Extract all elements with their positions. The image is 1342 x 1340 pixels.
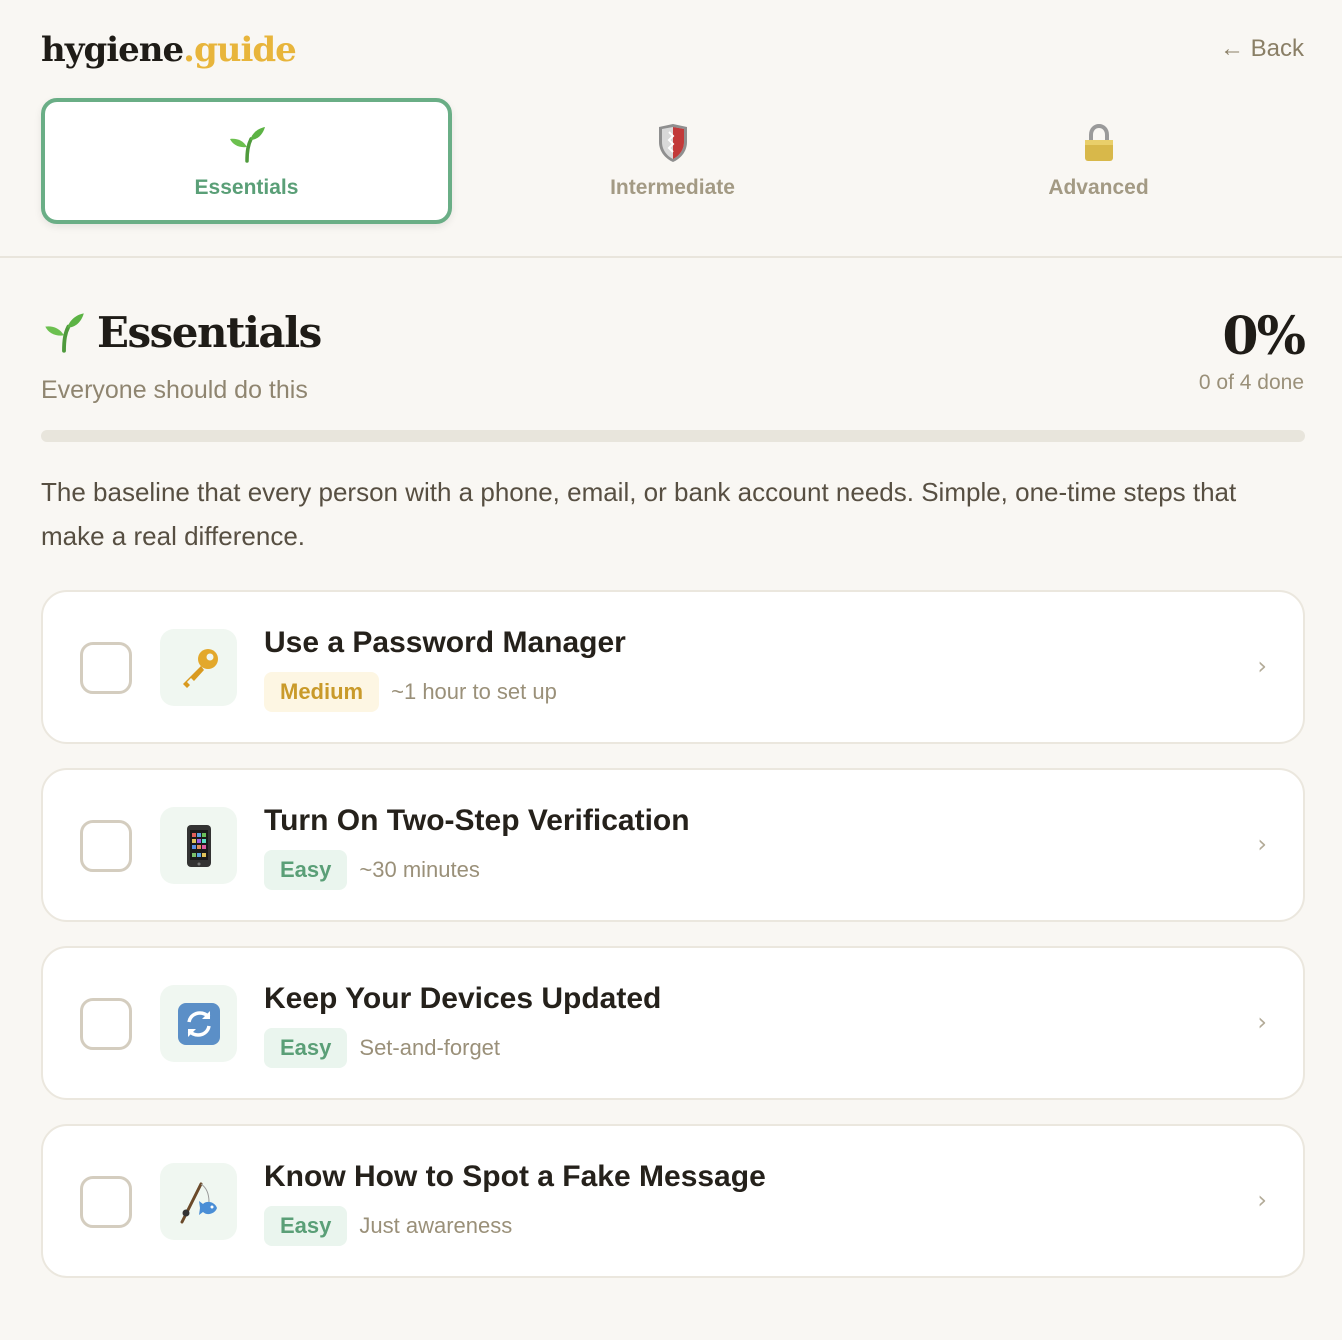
refresh-icon (160, 985, 237, 1062)
section-subtitle: Everyone should do this (41, 376, 308, 404)
tab-intermediate[interactable]: Intermediate (467, 98, 878, 224)
time-estimate: ~1 hour to set up (391, 679, 557, 704)
chevron-right-icon: › (1257, 1008, 1267, 1036)
task-card-updates[interactable]: Keep Your Devices Updated Easy Set-and-f… (41, 946, 1305, 1100)
task-meta: Easy Set-and-forget (264, 1028, 500, 1068)
progress-count: 0 of 4 done (1198, 371, 1304, 394)
difficulty-badge: Easy (264, 1028, 348, 1068)
page-title: Essentials (97, 308, 322, 357)
task-title: Turn On Two-Step Verification (264, 804, 690, 837)
difficulty-badge: Medium (264, 672, 380, 712)
progress-bar (41, 430, 1305, 442)
back-button[interactable]: ← Back (1220, 35, 1304, 63)
task-meta: Medium ~1 hour to set up (264, 672, 557, 712)
section-heading: Essentials (41, 308, 322, 357)
task-title: Keep Your Devices Updated (264, 982, 662, 1015)
task-card-fake-message[interactable]: Know How to Spot a Fake Message Easy Jus… (41, 1124, 1305, 1278)
task-card-two-step[interactable]: Turn On Two-Step Verification Easy ~30 m… (41, 768, 1305, 922)
chevron-right-icon: › (1257, 1186, 1267, 1214)
level-tabs: Essentials Intermediate Advanced (41, 98, 1305, 224)
lock-icon (1082, 122, 1116, 164)
logo[interactable]: hygiene.guide (41, 30, 297, 70)
section-description: The baseline that every person with a ph… (41, 477, 1237, 551)
chevron-right-icon: › (1257, 830, 1267, 858)
time-estimate: ~30 minutes (359, 857, 480, 882)
sprout-icon (41, 309, 87, 357)
progress-percent: 0% (1222, 306, 1306, 367)
phone-icon (160, 807, 237, 884)
tab-label: Advanced (1048, 176, 1149, 199)
tab-advanced[interactable]: Advanced (893, 98, 1304, 224)
chevron-right-icon: › (1257, 652, 1267, 680)
difficulty-badge: Easy (264, 850, 348, 890)
task-checkbox[interactable] (80, 820, 132, 872)
shield-icon (656, 122, 690, 164)
header: hygiene.guide ← Back Essentials Intermed… (0, 0, 1342, 258)
task-checkbox[interactable] (80, 1176, 132, 1228)
difficulty-badge: Easy (264, 1206, 348, 1246)
time-estimate: Set-and-forget (359, 1035, 501, 1060)
tab-label: Intermediate (610, 176, 735, 199)
tab-label: Essentials (194, 176, 299, 199)
tab-essentials[interactable]: Essentials (41, 98, 452, 224)
task-checkbox[interactable] (80, 998, 132, 1050)
task-checkbox[interactable] (80, 642, 132, 694)
task-meta: Easy ~30 minutes (264, 850, 480, 890)
time-estimate: Just awareness (359, 1213, 513, 1238)
fishing-pole-icon (160, 1163, 237, 1240)
task-list: Use a Password Manager Medium ~1 hour to… (41, 590, 1305, 1302)
sprout-icon (227, 122, 267, 164)
task-card-password-manager[interactable]: Use a Password Manager Medium ~1 hour to… (41, 590, 1305, 744)
task-meta: Easy Just awareness (264, 1206, 512, 1246)
task-title: Know How to Spot a Fake Message (264, 1160, 766, 1193)
task-title: Use a Password Manager (264, 626, 626, 659)
key-icon (160, 629, 237, 706)
